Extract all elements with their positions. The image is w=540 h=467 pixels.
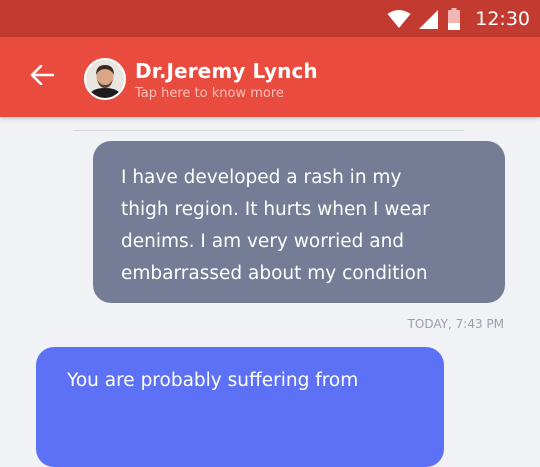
message-line: I have developed a rash in my [121,167,402,188]
avatar-photo [86,60,124,98]
status-icons: 12:30 [387,0,540,37]
wifi-icon [387,9,411,29]
contact-subtitle[interactable]: Tap here to know more [135,86,284,101]
status-bar: 12:30 [0,0,540,37]
back-button[interactable] [22,59,62,95]
app-bar[interactable]: Dr.Jeremy Lynch Tap here to know more [0,37,540,117]
avatar[interactable] [84,58,126,100]
arrow-left-icon [30,64,55,89]
contact-name[interactable]: Dr.Jeremy Lynch [135,59,318,83]
message-line: embarrassed about my condition [121,263,428,284]
status-time: 12:30 [475,7,530,30]
divider [73,130,464,131]
incoming-message-bubble[interactable]: You are probably suffering from [36,347,444,467]
battery-icon [448,7,461,30]
message-line: You are probably suffering from [67,370,359,391]
chat-area[interactable]: I have developed a rash in my thigh regi… [0,117,540,467]
message-timestamp: TODAY, 7:43 PM [407,317,504,331]
cellular-signal-icon [419,9,439,29]
message-line: denims. I am very worried and [121,231,405,252]
message-line: thigh region. It hurts when I wear [121,199,430,220]
outgoing-message-bubble[interactable]: I have developed a rash in my thigh regi… [93,141,505,303]
